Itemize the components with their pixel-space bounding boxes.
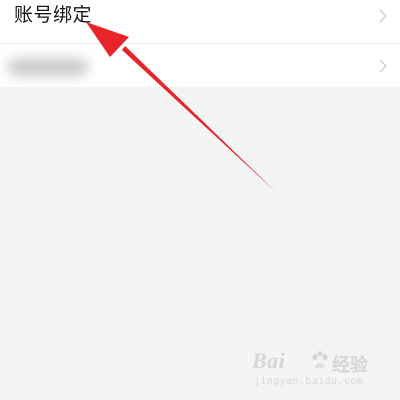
settings-list: 账号绑定	[0, 0, 400, 87]
watermark-brand: Bai	[252, 348, 286, 373]
baidu-jingyan-watermark: Bai du 经验 jingyan.baidu.com	[252, 348, 382, 390]
account-binding-row[interactable]: 账号绑定	[0, 0, 400, 43]
watermark-url: jingyan.baidu.com	[254, 376, 364, 387]
account-binding-label: 账号绑定	[14, 4, 93, 26]
blurred-settings-row[interactable]	[0, 43, 400, 87]
chevron-right-icon	[378, 59, 388, 73]
chevron-right-icon	[378, 9, 388, 23]
watermark-product: 经验	[332, 355, 368, 376]
paw-icon: du	[310, 350, 332, 376]
svg-text:du: du	[317, 363, 325, 370]
blurred-label	[8, 58, 88, 76]
